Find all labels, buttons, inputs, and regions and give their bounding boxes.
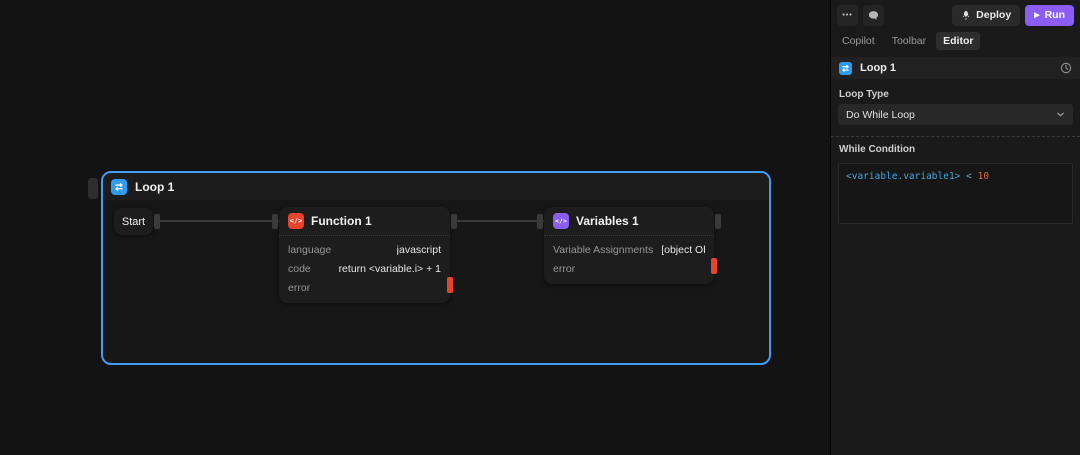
panel-toolbar: ••• Deploy ▶ Run bbox=[831, 0, 1080, 26]
inspector-panel: ••• Deploy ▶ Run Copilot Toolbar bbox=[830, 0, 1080, 455]
variables-error-output-handle[interactable] bbox=[711, 258, 717, 274]
variables-row-error[interactable]: error bbox=[553, 259, 705, 278]
loop-type-select[interactable]: Do While Loop bbox=[838, 104, 1073, 125]
condition-variable-token: <variable.variable1> bbox=[846, 171, 960, 182]
variables-node-header[interactable]: </> Variables 1 bbox=[544, 207, 714, 236]
while-condition-label: While Condition bbox=[831, 137, 1080, 159]
selected-node-header[interactable]: Loop 1 bbox=[831, 57, 1080, 79]
variables-output-handle[interactable] bbox=[715, 214, 721, 229]
function-error-output-handle[interactable] bbox=[447, 277, 453, 293]
selected-node-title: Loop 1 bbox=[860, 62, 896, 74]
deploy-button[interactable]: Deploy bbox=[952, 5, 1020, 26]
deploy-button-label: Deploy bbox=[976, 9, 1011, 21]
function-row-code[interactable]: code return <variable.i> + 1 bbox=[288, 259, 441, 278]
flow-canvas[interactable]: Loop 1 Start </> Function 1 l bbox=[0, 0, 830, 455]
tab-toolbar[interactable]: Toolbar bbox=[885, 32, 933, 50]
comments-button[interactable] bbox=[863, 5, 884, 26]
function-node[interactable]: </> Function 1 language javascript code … bbox=[279, 207, 450, 303]
run-button-label: Run bbox=[1045, 9, 1065, 21]
loop-group-title: Loop 1 bbox=[135, 180, 174, 194]
code-icon: </> bbox=[288, 213, 304, 229]
panel-tabs: Copilot Toolbar Editor bbox=[831, 26, 1080, 55]
function-row-language[interactable]: language javascript bbox=[288, 240, 441, 259]
variables-node[interactable]: </> Variables 1 Variable Assignments [ob… bbox=[544, 207, 714, 284]
tab-editor[interactable]: Editor bbox=[936, 32, 980, 50]
function-node-header[interactable]: </> Function 1 bbox=[279, 207, 450, 236]
variables-icon: </> bbox=[553, 213, 569, 229]
tab-copilot[interactable]: Copilot bbox=[835, 32, 882, 50]
start-node[interactable]: Start bbox=[114, 208, 153, 235]
condition-value-token: 10 bbox=[978, 171, 989, 182]
function-row-error[interactable]: error bbox=[288, 278, 441, 297]
play-icon: ▶ bbox=[1034, 11, 1039, 19]
variables-row-assignments[interactable]: Variable Assignments [object Obje… bbox=[553, 240, 705, 259]
more-options-button[interactable]: ••• bbox=[837, 5, 858, 26]
function-input-handle[interactable] bbox=[272, 214, 278, 229]
loop-icon bbox=[111, 179, 127, 195]
variables-node-title: Variables 1 bbox=[576, 214, 639, 228]
ellipsis-icon: ••• bbox=[842, 12, 852, 19]
loop-type-value: Do While Loop bbox=[846, 109, 915, 121]
edge-start-to-function bbox=[159, 220, 279, 222]
function-node-title: Function 1 bbox=[311, 214, 372, 228]
run-button[interactable]: ▶ Run bbox=[1025, 5, 1074, 26]
loop-icon-small bbox=[839, 62, 852, 75]
chat-bubble-icon bbox=[868, 10, 879, 21]
rocket-icon bbox=[961, 10, 971, 20]
loop-type-label: Loop Type bbox=[831, 79, 1080, 104]
edge-function-to-variables bbox=[454, 220, 544, 222]
function-output-handle[interactable] bbox=[451, 214, 457, 229]
app-window: Loop 1 Start </> Function 1 l bbox=[0, 0, 1080, 455]
loop-group-input-handle[interactable] bbox=[88, 178, 98, 199]
start-node-label: Start bbox=[122, 216, 145, 228]
loop-group-header[interactable]: Loop 1 bbox=[103, 173, 769, 200]
chevron-down-icon bbox=[1056, 110, 1065, 119]
variables-input-handle[interactable] bbox=[537, 214, 543, 229]
node-status-icon[interactable] bbox=[1060, 62, 1072, 74]
loop-group-node[interactable]: Loop 1 Start </> Function 1 l bbox=[101, 171, 771, 365]
while-condition-editor[interactable]: <variable.variable1> < 10 bbox=[838, 163, 1073, 224]
